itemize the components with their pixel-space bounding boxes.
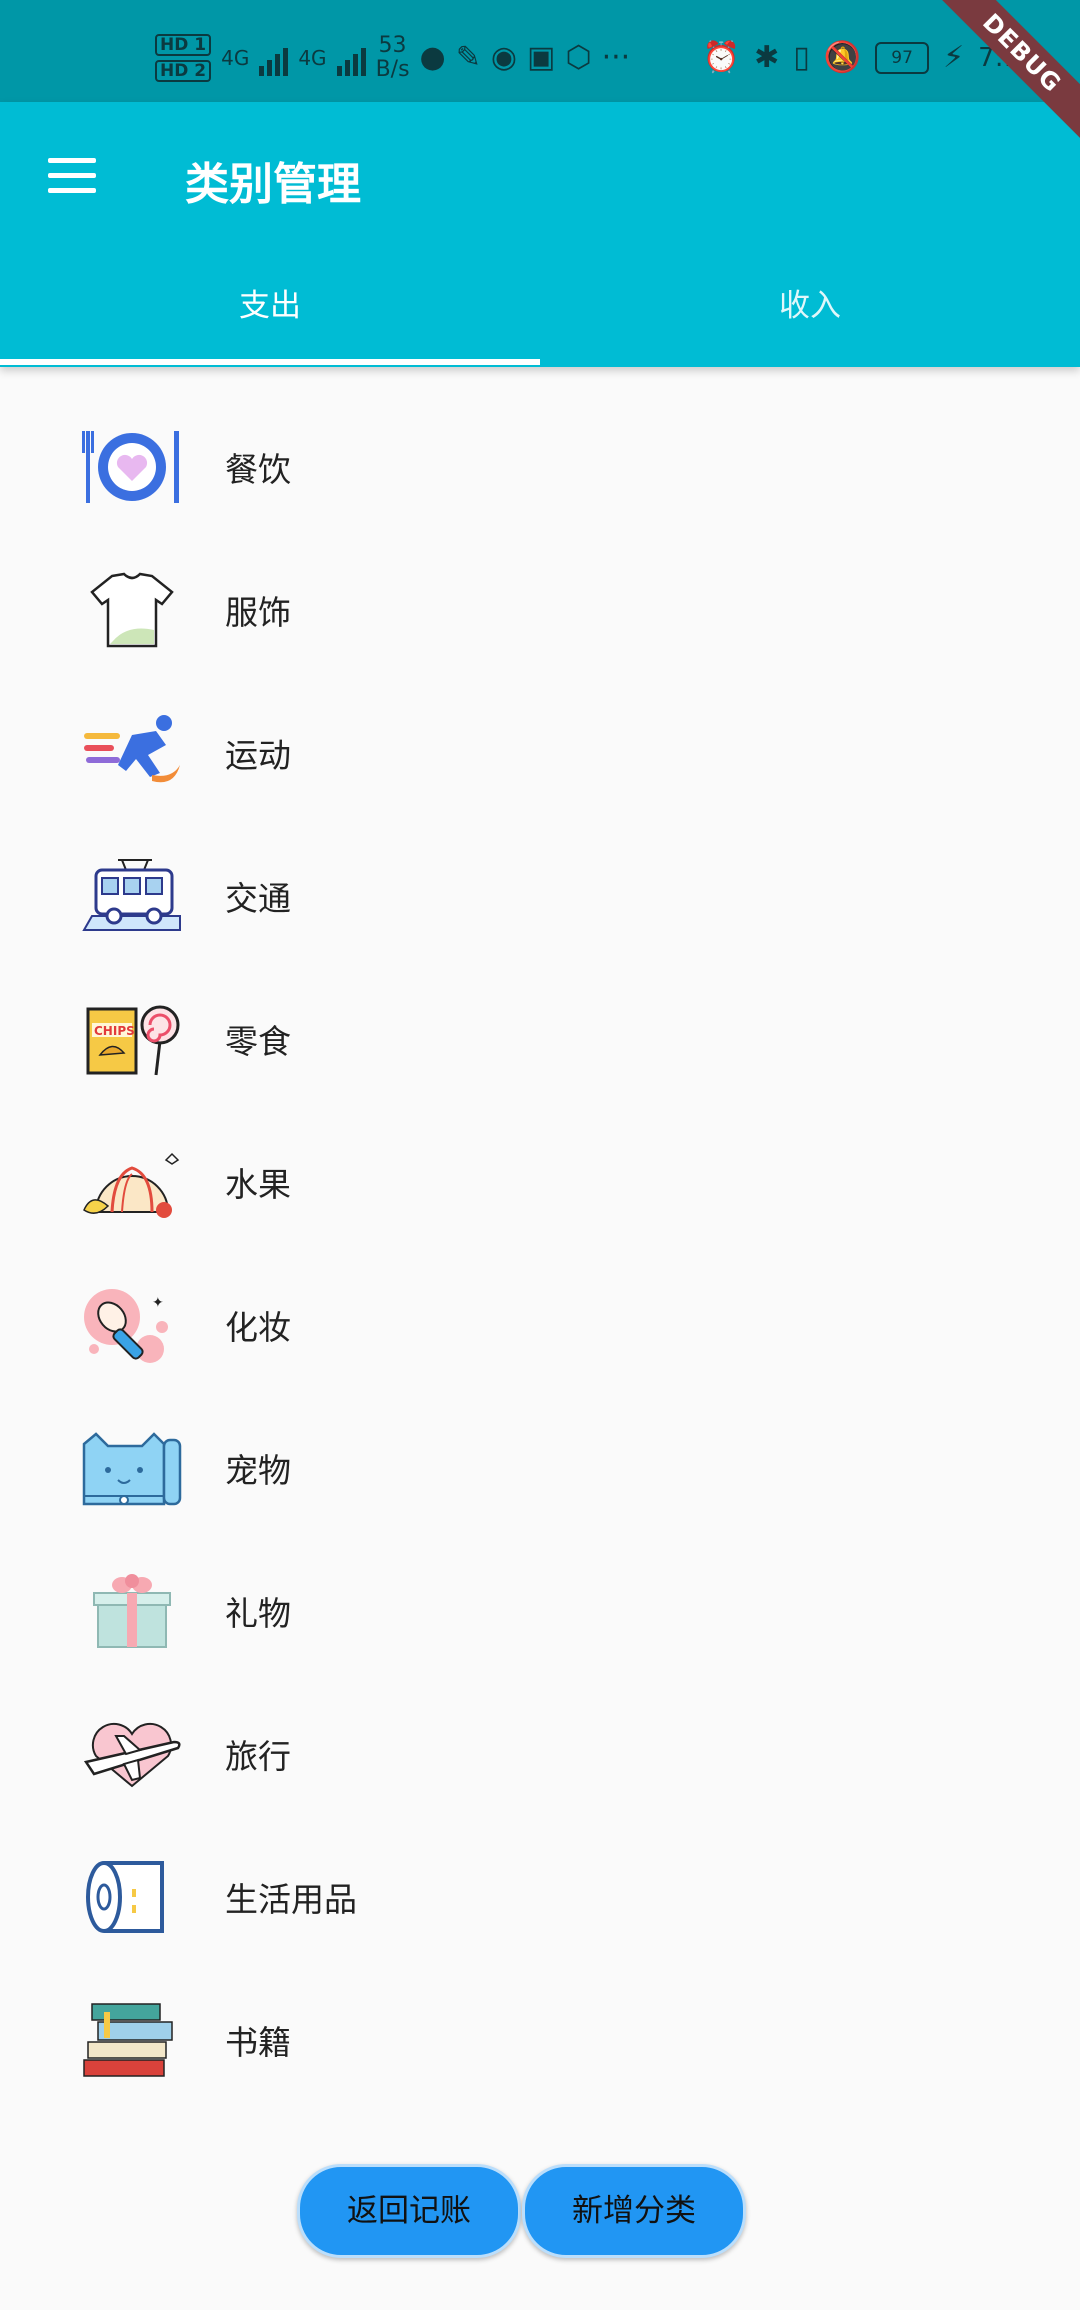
signal-icon	[336, 40, 366, 76]
menu-icon[interactable]	[48, 158, 96, 194]
battery-level: 97	[891, 47, 913, 68]
svg-text:CHIPS: CHIPS	[94, 1024, 135, 1038]
list-item[interactable]: 旅行	[0, 1680, 1080, 1823]
wechat-icon: ●	[419, 40, 446, 75]
running-icon	[84, 715, 180, 783]
status-bar: HD 1 HD 2 4G 4G 53 B/s ● ✎ ◉ ▣ ⬡ ··· ⏰ ✱…	[0, 0, 1080, 102]
alarm-icon: ⏰	[702, 40, 741, 75]
dining-icon	[82, 431, 179, 503]
hand-icon: ⬡	[565, 40, 592, 75]
status-left: HD 1 HD 2 4G 4G 53 B/s ● ✎ ◉ ▣ ⬡ ···	[155, 28, 630, 88]
category-label: 交通	[225, 879, 291, 918]
list-item[interactable]: 生活用品	[0, 1823, 1080, 1966]
app-icon: ✎	[455, 40, 481, 75]
tshirt-icon	[90, 572, 174, 648]
charging-icon: ⚡	[943, 40, 965, 75]
net-speed-value: 53	[378, 33, 407, 58]
svg-text:✦: ✦	[152, 1295, 164, 1311]
back-to-bookkeeping-button[interactable]: 返回记账	[297, 2164, 521, 2258]
cat-icon	[82, 1432, 182, 1506]
category-label: 书籍	[225, 2023, 291, 2062]
net-speed-unit: B/s	[375, 57, 410, 82]
list-item[interactable]: 服饰	[0, 536, 1080, 679]
bluetooth-icon: ✱	[754, 40, 780, 75]
more-icon: ···	[601, 40, 631, 75]
list-item[interactable]: 书籍	[0, 1966, 1080, 2109]
battery-icon: 97	[875, 41, 930, 74]
books-icon	[83, 2003, 173, 2077]
bus-icon	[82, 859, 181, 931]
category-list: 餐饮 服饰 运动 交通 CHIPS 零食 水果 ✦ 化妆 宠物 礼物 旅行 生活…	[0, 393, 1080, 2109]
category-label: 运动	[225, 736, 291, 775]
app-bar: 类别管理 支出 收入	[0, 102, 1080, 367]
bell-off-icon: 🔕	[823, 40, 862, 75]
category-label: 礼物	[225, 1594, 291, 1633]
tab-expense[interactable]: 支出	[0, 272, 540, 352]
toilet-paper-icon	[86, 1861, 164, 1933]
list-item[interactable]: 交通	[0, 822, 1080, 965]
category-label: 宠物	[225, 1451, 291, 1490]
sig1-label: 4G	[221, 46, 250, 70]
category-label: 餐饮	[225, 450, 291, 489]
airplane-icon	[83, 1722, 181, 1788]
hd-indicators: HD 1 HD 2	[155, 34, 212, 82]
hd2-indicator: HD 2	[155, 60, 212, 82]
list-item[interactable]: ✦ 化妆	[0, 1251, 1080, 1394]
list-item[interactable]: 宠物	[0, 1394, 1080, 1537]
bank-icon: ▣	[527, 40, 556, 75]
list-item[interactable]: 运动	[0, 679, 1080, 822]
category-label: 化妆	[225, 1308, 291, 1347]
signal-icon	[259, 40, 289, 76]
tab-indicator	[0, 359, 540, 365]
category-label: 生活用品	[225, 1880, 357, 1919]
add-category-button[interactable]: 新增分类	[522, 2164, 746, 2258]
status-right: ⏰ ✱ ▯ 🔕 97 ⚡ 7:1	[703, 40, 1020, 75]
vibrate-icon: ▯	[793, 40, 810, 75]
list-item[interactable]: 餐饮	[0, 393, 1080, 536]
hd1-indicator: HD 1	[155, 34, 212, 56]
list-item[interactable]: 礼物	[0, 1537, 1080, 1680]
fruit-icon	[83, 1152, 180, 1218]
tab-income[interactable]: 收入	[540, 272, 1080, 352]
chips-lollipop-icon: CHIPS	[86, 1005, 180, 1076]
list-item[interactable]: 水果	[0, 1108, 1080, 1251]
category-label: 旅行	[225, 1737, 291, 1776]
lightbulb-icon: ◉	[490, 40, 518, 75]
page-title: 类别管理	[185, 159, 361, 210]
category-label: 水果	[225, 1165, 291, 1204]
net-speed: 53 B/s	[376, 34, 410, 82]
category-label: 零食	[225, 1022, 291, 1061]
makeup-brush-icon: ✦	[84, 1289, 168, 1363]
list-item[interactable]: CHIPS 零食	[0, 965, 1080, 1108]
category-label: 服饰	[225, 593, 291, 632]
gift-icon	[93, 1574, 171, 1648]
sig2-label: 4G	[298, 46, 327, 70]
